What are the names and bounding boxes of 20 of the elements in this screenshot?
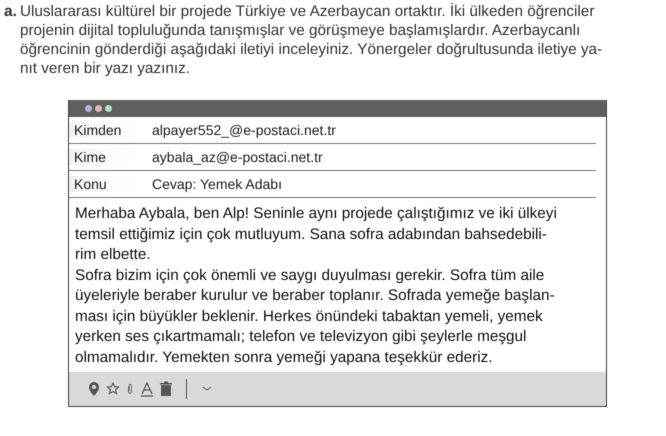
message-line: Merhaba Aybala, ben Alp! Seninle aynı projede çalıştığımız ve iki ülkeyi	[75, 204, 558, 224]
star-icon[interactable]	[106, 381, 120, 397]
trash-icon[interactable]	[159, 381, 173, 397]
header-value: aybala_az@e-postaci.net.tr	[152, 149, 323, 165]
message-line: rim elbette.	[75, 245, 152, 265]
instruction-line: nıt veren bir yazı yazınız.	[20, 59, 191, 78]
message-line: olmamalıdır. Yemekten sonra yemeği yapana teşekkür ederiz.	[75, 348, 494, 368]
message-line: temsil ettiğimiz için çok mutluyum. Sana sofra adabından bahsedebili-	[75, 224, 548, 244]
message-line: ması için büyükler beklenir. Herkes önündeki tabaktan yemeli, yemek	[75, 306, 544, 326]
font-icon[interactable]	[140, 381, 154, 397]
instruction-line: Uluslararası kültürel bir projede Türkiye ve Azerbaycan ortaktır. İki ülkeden öğrenciler	[20, 2, 596, 21]
message-line: Sofra bizim için çok önemli ve saygı duyulması gerekir. Sofra tüm aile	[75, 266, 546, 286]
location-pin-icon[interactable]	[87, 381, 101, 397]
header-value: Cevap: Yemek Adabı	[152, 176, 282, 192]
item-marker: a.	[4, 2, 17, 22]
message-line: üyeleriyle beraber kurulur ve beraber toplanır. Sofrada yemeğe başlan-	[75, 286, 556, 306]
instruction-line: öğrencinin gönderdiği aşağıdaki iletiyi inceleyiniz. Yönergeler doğrultusunda iletiye ya-	[20, 40, 602, 59]
instruction-line: projenin dijital topluluğunda tanışmışlar ve görüşmeye başlamışlardır. Azerbaycanlı	[20, 21, 582, 40]
header-value: alpayer552_@e-postaci.net.tr	[152, 122, 336, 138]
message-line: yerken ses çıkartmamalı; telefon ve televizyon gibi şeylerle meşgul	[75, 327, 528, 347]
